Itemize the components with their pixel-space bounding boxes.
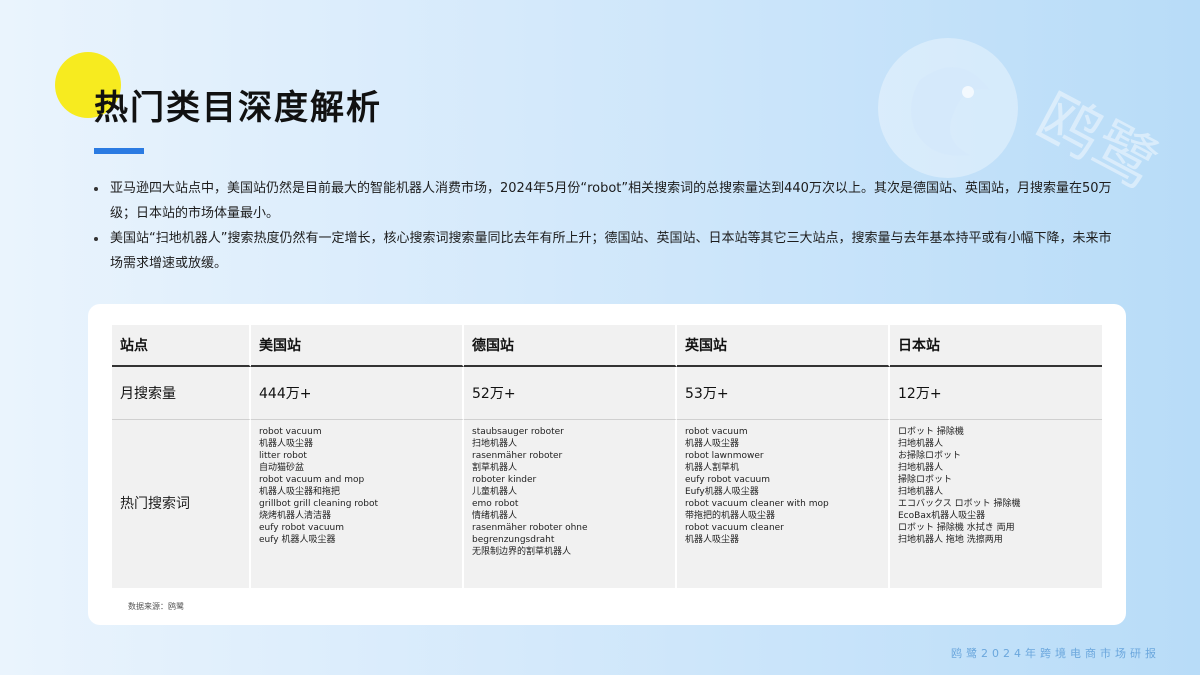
keywords-jp: ロボット 掃除機 扫地机器人 お掃除ロボット 扫地机器人 掃除ロボット 扫地机器… xyxy=(890,420,1102,588)
keyword-item: litter robot xyxy=(259,451,307,461)
keyword-item: emo robot xyxy=(472,499,519,509)
keyword-item: 儿童机器人 xyxy=(472,487,518,497)
keyword-item: 机器人吸尘器 xyxy=(685,439,740,449)
summary-bullets: 亚马逊四大站点中，美国站仍然是目前最大的智能机器人消费市场，2024年5月份“r… xyxy=(92,176,1112,276)
table-header-row: 站点 美国站 德国站 英国站 日本站 xyxy=(112,325,1102,367)
keyword-item: rasenmäher roboter ohne xyxy=(472,523,588,533)
header-us: 美国站 xyxy=(251,325,464,367)
keyword-item: robot lawnmower xyxy=(685,451,764,461)
keyword-item: rasenmäher roboter xyxy=(472,451,563,461)
site-search-table: 站点 美国站 德国站 英国站 日本站 月搜索量 444万+ 52万+ 53万+ … xyxy=(112,325,1102,588)
keyword-item: eufy robot vacuum xyxy=(259,523,345,533)
keyword-item: robot vacuum xyxy=(259,427,322,437)
table-row-keywords: 热门搜索词 robot vacuum 机器人吸尘器 litter robot 自… xyxy=(112,420,1102,588)
keyword-item: EcoBax机器人吸尘器 xyxy=(898,511,986,521)
keywords-us: robot vacuum 机器人吸尘器 litter robot 自动猫砂盆 r… xyxy=(251,420,464,588)
keyword-item: Eufy机器人吸尘器 xyxy=(685,487,759,497)
row-label-volume: 月搜索量 xyxy=(112,367,251,420)
keyword-item: 扫地机器人 拖地 洗擦两用 xyxy=(898,535,1003,545)
keyword-item: eufy robot vacuum xyxy=(685,475,771,485)
keyword-item: 自动猫砂盆 xyxy=(259,463,305,473)
keyword-item: 机器人吸尘器 xyxy=(685,535,740,545)
keyword-item: robot vacuum xyxy=(685,427,748,437)
keyword-item: begrenzungsdraht xyxy=(472,535,555,545)
keyword-item: ロボット 掃除機 水拭き 両用 xyxy=(898,523,1015,533)
volume-de: 52万+ xyxy=(464,367,677,420)
keyword-item: 掃除ロボット xyxy=(898,475,953,485)
keyword-item: お掃除ロボット xyxy=(898,451,962,461)
keywords-de: staubsauger roboter 扫地机器人 rasenmäher rob… xyxy=(464,420,677,588)
header-jp: 日本站 xyxy=(890,325,1102,367)
keyword-item: 扫地机器人 xyxy=(898,487,944,497)
keyword-item: 扫地机器人 xyxy=(898,463,944,473)
keyword-item: ロボット 掃除機 xyxy=(898,427,964,437)
volume-uk: 53万+ xyxy=(677,367,890,420)
keyword-item: roboter kinder xyxy=(472,475,537,485)
keyword-item: grillbot grill cleaning robot xyxy=(259,499,379,509)
keyword-item: 机器人割草机 xyxy=(685,463,740,473)
header-site: 站点 xyxy=(112,325,251,367)
keyword-item: robot vacuum cleaner with mop xyxy=(685,499,829,509)
bullet-item: 美国站“扫地机器人”搜索热度仍然有一定增长，核心搜索词搜索量同比去年有所上升；德… xyxy=(92,226,1112,276)
keyword-item: robot vacuum and mop xyxy=(259,475,365,485)
page-title: 热门类目深度解析 xyxy=(94,88,382,128)
keyword-item: 割草机器人 xyxy=(472,463,518,473)
header-uk: 英国站 xyxy=(677,325,890,367)
keyword-item: 带拖把的机器人吸尘器 xyxy=(685,511,776,521)
row-label-keywords: 热门搜索词 xyxy=(112,420,251,588)
table-row-monthly-volume: 月搜索量 444万+ 52万+ 53万+ 12万+ xyxy=(112,367,1102,420)
keyword-item: staubsauger roboter xyxy=(472,427,564,437)
keywords-uk: robot vacuum 机器人吸尘器 robot lawnmower 机器人割… xyxy=(677,420,890,588)
volume-jp: 12万+ xyxy=(890,367,1102,420)
keyword-item: 无限制边界的割草机器人 xyxy=(472,547,572,557)
keyword-item: robot vacuum cleaner xyxy=(685,523,784,533)
header-de: 德国站 xyxy=(464,325,677,367)
table-card: 站点 美国站 德国站 英国站 日本站 月搜索量 444万+ 52万+ 53万+ … xyxy=(88,304,1126,625)
title-underline-bar xyxy=(94,148,144,154)
keyword-item: 机器人吸尘器和拖把 xyxy=(259,487,341,497)
keyword-item: エコバックス ロボット 掃除機 xyxy=(898,499,1021,509)
footer-report-title: 鸥鹭2024年跨境电商市场研报 xyxy=(951,647,1160,660)
keyword-item: 烧烤机器人清洁器 xyxy=(259,511,332,521)
keyword-item: 机器人吸尘器 xyxy=(259,439,314,449)
keyword-item: 情绪机器人 xyxy=(472,511,518,521)
data-source-note: 数据来源：鸥鹭 xyxy=(128,602,184,611)
keyword-item: eufy 机器人吸尘器 xyxy=(259,535,336,545)
bullet-item: 亚马逊四大站点中，美国站仍然是目前最大的智能机器人消费市场，2024年5月份“r… xyxy=(92,176,1112,226)
volume-us: 444万+ xyxy=(251,367,464,420)
keyword-item: 扫地机器人 xyxy=(898,439,944,449)
keyword-item: 扫地机器人 xyxy=(472,439,518,449)
